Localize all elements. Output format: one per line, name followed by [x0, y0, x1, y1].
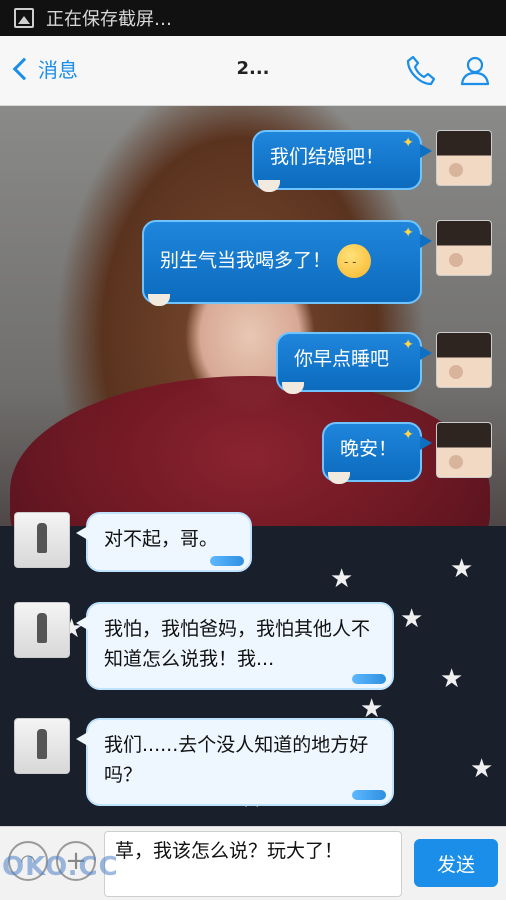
wave-decoration: [352, 790, 386, 800]
message-text: 我们......去个没人知道的地方好吗？: [104, 734, 369, 786]
message-bubble-sent[interactable]: 晚安！ ✦: [322, 422, 432, 484]
message-text: 晚安！: [340, 438, 398, 460]
watermark-logo: OKO.CC: [2, 852, 119, 882]
nav-bar: 消息 2...: [0, 36, 506, 106]
wave-decoration: [352, 674, 386, 684]
avatar-figure: [37, 729, 47, 759]
contact-avatar[interactable]: [14, 602, 70, 658]
message-input-value: 草，我该怎么说？玩大了！: [115, 840, 344, 862]
avatar-figure: [37, 613, 47, 643]
wave-decoration: [210, 556, 244, 566]
boat-icon: [148, 294, 170, 306]
message-bubble-sent[interactable]: 别生气当我喝多了！ ✦: [142, 220, 432, 306]
phone-icon[interactable]: [404, 53, 438, 87]
my-avatar[interactable]: [436, 332, 492, 388]
message-text: 对不起，哥。: [104, 528, 219, 550]
boat-icon: [258, 180, 280, 192]
contact-avatar[interactable]: [14, 718, 70, 774]
message-text: 我们结婚吧！: [270, 146, 385, 168]
send-button[interactable]: 发送: [414, 839, 498, 887]
status-notification-text: 正在保存截屏…: [46, 9, 172, 30]
message-bubble-received[interactable]: 对不起，哥。: [76, 512, 252, 572]
message-bubble-received[interactable]: 我怕，我怕爸妈，我怕其他人不知道怎么说我！我...: [76, 602, 394, 690]
message-bubble-received[interactable]: 我们......去个没人知道的地方好吗？: [76, 718, 394, 806]
sleepy-face-icon: [337, 244, 372, 278]
message-input[interactable]: 草，我该怎么说？玩大了！: [104, 831, 402, 897]
sparkle-icon: ✦: [402, 135, 414, 151]
contact-avatar[interactable]: [14, 512, 70, 568]
message-bubble-sent[interactable]: 你早点睡吧 ✦: [276, 332, 432, 394]
user-icon[interactable]: [458, 53, 492, 87]
my-avatar[interactable]: [436, 422, 492, 478]
my-avatar[interactable]: [436, 130, 492, 186]
send-label: 发送: [436, 853, 475, 876]
message-text: 我怕，我怕爸妈，我怕其他人不知道怎么说我！我...: [104, 618, 371, 670]
sparkle-icon: ✦: [402, 427, 414, 443]
message-bubble-sent[interactable]: 我们结婚吧！ ✦: [252, 130, 432, 192]
sparkle-icon: ✦: [402, 225, 414, 241]
avatar-figure: [37, 523, 47, 553]
chat-area[interactable]: ★ ★ ★ ★ ★ ★ ★ ★ ★ ★ 我们结婚吧！ ✦ 别生气当我喝多了！ ✦…: [0, 106, 506, 826]
image-icon: [14, 8, 34, 28]
message-text: 别生气当我喝多了！: [160, 249, 332, 272]
sparkle-icon: ✦: [402, 337, 414, 353]
message-text: 你早点睡吧: [294, 348, 390, 370]
status-bar: 正在保存截屏…: [0, 0, 506, 36]
my-avatar[interactable]: [436, 220, 492, 276]
